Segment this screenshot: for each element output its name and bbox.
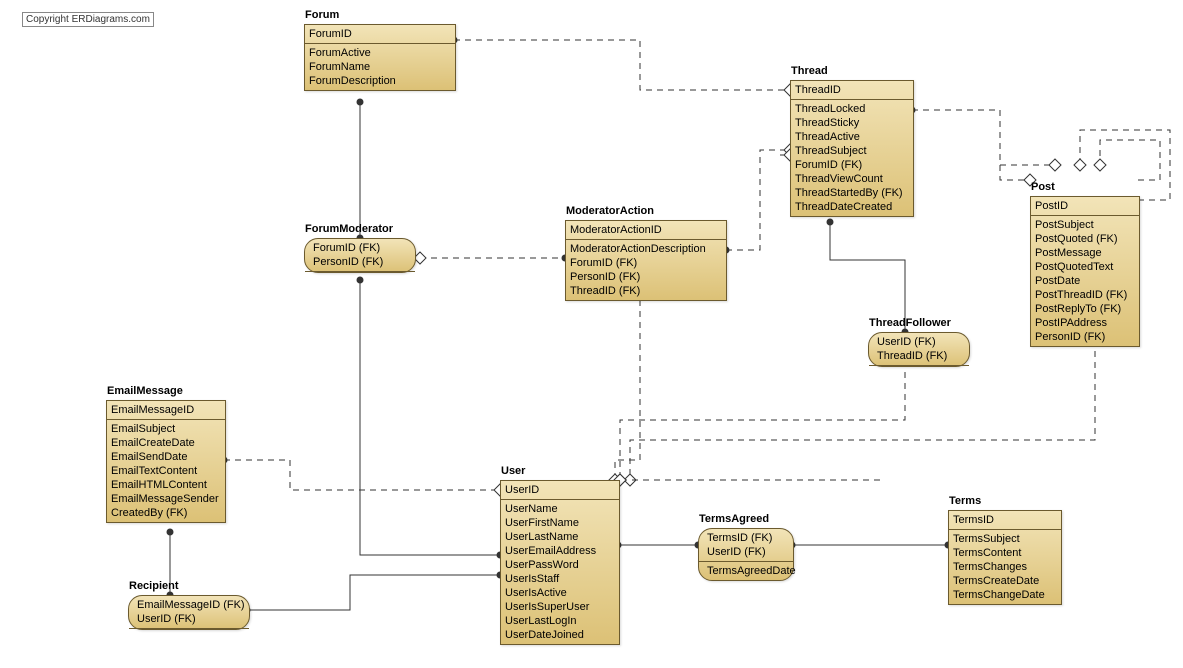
attr-row: ThreadSticky: [795, 116, 909, 130]
key-row: ForumID (FK): [313, 241, 407, 255]
attr-row: EmailHTMLContent: [111, 478, 221, 492]
attr-row: PostIPAddress: [1035, 316, 1135, 330]
attr-row: UserIsStaff: [505, 572, 615, 586]
entity-thread: Thread ThreadID ThreadLocked ThreadStick…: [790, 80, 914, 217]
key-row: ThreadID (FK): [877, 349, 961, 363]
key-row: UserID: [505, 483, 615, 497]
attr-row: ForumID (FK): [570, 256, 722, 270]
entity-title: EmailMessage: [107, 385, 183, 397]
entity-emailmessage: EmailMessage EmailMessageID EmailSubject…: [106, 400, 226, 523]
attr-row: ThreadStartedBy (FK): [795, 186, 909, 200]
key-row: PersonID (FK): [313, 255, 407, 269]
attr-row: UserIsActive: [505, 586, 615, 600]
attr-row: EmailSendDate: [111, 450, 221, 464]
attr-row: UserLastName: [505, 530, 615, 544]
key-row: ThreadID: [795, 83, 909, 97]
entity-moderatoraction: ModeratorAction ModeratorActionID Modera…: [565, 220, 727, 301]
attr-row: ForumName: [309, 60, 451, 74]
key-row: UserID (FK): [707, 545, 785, 559]
entity-title: Thread: [791, 65, 828, 77]
key-row: UserID (FK): [877, 335, 961, 349]
attr-row: UserLastLogIn: [505, 614, 615, 628]
key-row: TermsID: [953, 513, 1057, 527]
attr-row: ThreadLocked: [795, 102, 909, 116]
attr-row: ModeratorActionDescription: [570, 242, 722, 256]
attr-row: TermsContent: [953, 546, 1057, 560]
attr-row: UserEmailAddress: [505, 544, 615, 558]
attr-row: TermsCreateDate: [953, 574, 1057, 588]
entity-title: Forum: [305, 9, 339, 21]
attr-row: CreatedBy (FK): [111, 506, 221, 520]
copyright-text: Copyright ERDiagrams.com: [26, 14, 150, 25]
attr-row: PostThreadID (FK): [1035, 288, 1135, 302]
attr-row: EmailSubject: [111, 422, 221, 436]
attr-row: PostQuoted (FK): [1035, 232, 1135, 246]
attr-row: ThreadID (FK): [570, 284, 722, 298]
entity-user: User UserID UserName UserFirstName UserL…: [500, 480, 620, 645]
assoc-title: TermsAgreed: [699, 513, 769, 525]
attr-row: UserName: [505, 502, 615, 516]
entity-forum: Forum ForumID ForumActive ForumName Foru…: [304, 24, 456, 91]
attr-row: UserIsSuperUser: [505, 600, 615, 614]
attr-row: TermsSubject: [953, 532, 1057, 546]
key-row: EmailMessageID (FK): [137, 598, 241, 612]
entity-post: Post PostID PostSubject PostQuoted (FK) …: [1030, 196, 1140, 347]
attr-row: ThreadViewCount: [795, 172, 909, 186]
key-row: ForumID: [309, 27, 451, 41]
assoc-title: ThreadFollower: [869, 317, 951, 329]
attr-row: PersonID (FK): [1035, 330, 1135, 344]
entity-title: Terms: [949, 495, 981, 507]
attr-row: ThreadActive: [795, 130, 909, 144]
entity-title: User: [501, 465, 525, 477]
assoc-title: ForumModerator: [305, 223, 393, 235]
attr-row: ThreadDateCreated: [795, 200, 909, 214]
key-row: ModeratorActionID: [570, 223, 722, 237]
attr-row: TermsChanges: [953, 560, 1057, 574]
entity-terms: Terms TermsID TermsSubject TermsContent …: [948, 510, 1062, 605]
copyright-label: Copyright ERDiagrams.com: [22, 12, 154, 27]
key-row: UserID (FK): [137, 612, 241, 626]
attr-row: PostReplyTo (FK): [1035, 302, 1135, 316]
entity-title: ModeratorAction: [566, 205, 654, 217]
attr-row: EmailMessageSender: [111, 492, 221, 506]
attr-row: UserPassWord: [505, 558, 615, 572]
attr-row: PersonID (FK): [570, 270, 722, 284]
assoc-forummoderator: ForumModerator ForumID (FK) PersonID (FK…: [304, 238, 416, 273]
key-row: EmailMessageID: [111, 403, 221, 417]
assoc-recipient: Recipient EmailMessageID (FK) UserID (FK…: [128, 595, 250, 630]
key-row: PostID: [1035, 199, 1135, 213]
attr-row: PostDate: [1035, 274, 1135, 288]
attr-row: UserDateJoined: [505, 628, 615, 642]
attr-row: PostMessage: [1035, 246, 1135, 260]
attr-row: ForumDescription: [309, 74, 451, 88]
attr-row: EmailTextContent: [111, 464, 221, 478]
assoc-title: Recipient: [129, 580, 179, 592]
attr-row: PostSubject: [1035, 218, 1135, 232]
assoc-termsagreed: TermsAgreed TermsID (FK) UserID (FK) Ter…: [698, 528, 794, 581]
key-row: TermsID (FK): [707, 531, 785, 545]
attr-row: ForumActive: [309, 46, 451, 60]
attr-row: ForumID (FK): [795, 158, 909, 172]
attr-row: TermsAgreedDate: [707, 564, 785, 578]
entity-title: Post: [1031, 181, 1055, 193]
attr-row: UserFirstName: [505, 516, 615, 530]
attr-row: EmailCreateDate: [111, 436, 221, 450]
attr-row: ThreadSubject: [795, 144, 909, 158]
assoc-threadfollower: ThreadFollower UserID (FK) ThreadID (FK): [868, 332, 970, 367]
attr-row: TermsChangeDate: [953, 588, 1057, 602]
attr-row: PostQuotedText: [1035, 260, 1135, 274]
